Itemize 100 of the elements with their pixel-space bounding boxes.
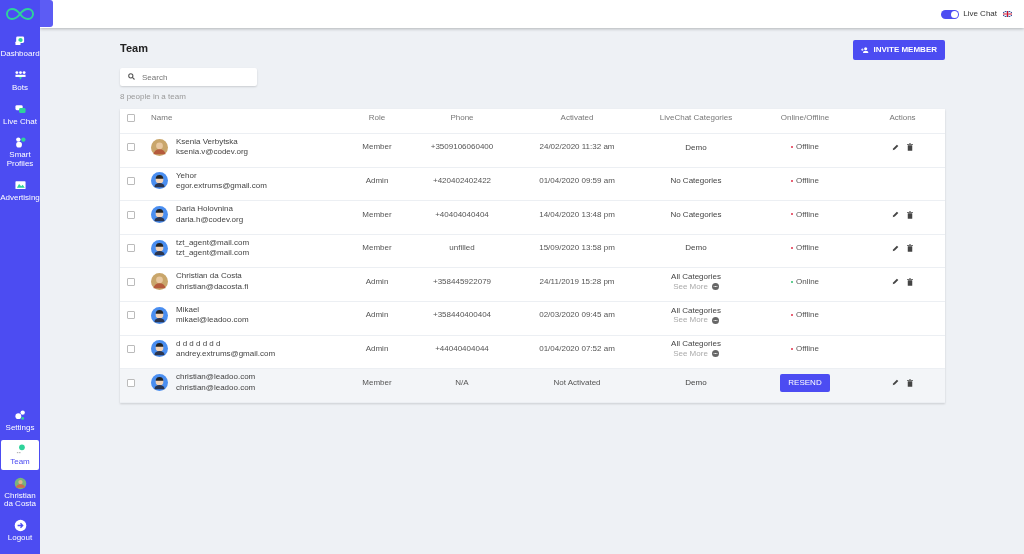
trash-icon[interactable] xyxy=(907,378,913,387)
more-icon[interactable] xyxy=(711,316,719,324)
status-text: Offline xyxy=(791,310,819,320)
user-avatar xyxy=(151,374,168,391)
status-text: Offline xyxy=(791,142,819,152)
more-icon[interactable] xyxy=(711,350,719,358)
member-count: 8 people in a team xyxy=(120,91,187,103)
collapse-handle[interactable] xyxy=(40,0,53,27)
sidebar-item[interactable]: Logout xyxy=(1,516,39,546)
member-name: christian@leadoo.com xyxy=(176,372,256,383)
status-text: Online xyxy=(790,276,820,286)
phone-text: +40404040404 xyxy=(434,208,490,221)
role-text: Admin xyxy=(364,342,390,355)
member-name: d d d d d d d xyxy=(176,338,222,349)
sidebar-item[interactable]: Settings xyxy=(1,406,39,436)
phone-text: +420402402422 xyxy=(431,174,493,187)
activated-date: 15/09/2020 13:58 pm xyxy=(538,242,616,255)
role-text: Admin xyxy=(364,174,390,187)
category-text: Demo xyxy=(684,377,708,388)
activated-date: 01/04/2020 07:52 am xyxy=(538,342,616,355)
robots-icon xyxy=(13,68,27,82)
member-email: mikael@leadoo.com xyxy=(176,315,249,326)
activated-date: 24/11/2019 15:28 pm xyxy=(538,275,616,288)
checkbox[interactable] xyxy=(127,244,135,253)
trash-icon[interactable] xyxy=(907,210,913,219)
category-text: All Categories xyxy=(670,339,722,349)
phone-text: unfilled xyxy=(448,242,476,255)
member-email: christian@dacosta.fi xyxy=(176,281,249,293)
checkbox[interactable] xyxy=(127,176,135,185)
phone-text: N/A xyxy=(454,376,470,389)
category-text: No Categories xyxy=(669,209,723,220)
resend-button[interactable]: RESEND xyxy=(780,373,830,392)
edit-icon[interactable] xyxy=(892,378,899,387)
sidebar-item[interactable]: Bots xyxy=(1,65,39,96)
column-header: Actions xyxy=(888,112,917,124)
flag-icon[interactable] xyxy=(1003,11,1012,17)
edit-icon[interactable] xyxy=(892,244,899,253)
add-user-icon xyxy=(861,47,870,53)
trash-icon[interactable] xyxy=(907,143,913,152)
more-icon[interactable] xyxy=(711,283,719,290)
user-avatar xyxy=(151,172,168,190)
member-email: andrey.extrums@gmail.com xyxy=(176,348,276,360)
column-header: Name xyxy=(150,112,174,124)
member-name: Daria Holovnina xyxy=(176,204,234,215)
user-avatar xyxy=(151,239,168,257)
trash-icon[interactable] xyxy=(907,244,913,253)
sidebar-item[interactable]: Smart Profiles xyxy=(1,133,39,172)
role-text: Member xyxy=(361,242,393,255)
category-text: Demo xyxy=(684,142,708,153)
checkbox[interactable] xyxy=(127,344,135,353)
logo-icon xyxy=(5,8,35,20)
role-text: Member xyxy=(361,376,393,389)
phone-text: +358440400404 xyxy=(431,309,493,322)
search-field[interactable]: Search xyxy=(120,68,257,86)
member-name: Ksenia Verbytska xyxy=(176,136,239,148)
live-chat-toggle[interactable] xyxy=(941,9,960,19)
activated-date: 14/04/2020 13:48 pm xyxy=(538,208,616,221)
category-text: Demo xyxy=(684,243,708,253)
user-avatar xyxy=(151,138,168,156)
activated-date: 02/03/2020 09:45 am xyxy=(538,309,616,322)
live-chat-label: Live Chat xyxy=(963,8,997,20)
picture-frame-icon xyxy=(13,179,27,192)
column-header: LiveChat Categories xyxy=(658,112,734,124)
phone-text: +358445922079 xyxy=(431,275,493,288)
checkbox[interactable] xyxy=(127,311,135,320)
column-header: Role xyxy=(367,112,387,124)
column-header: Phone xyxy=(449,112,475,124)
logout-icon xyxy=(13,519,27,533)
edit-icon[interactable] xyxy=(892,210,899,219)
edit-icon[interactable] xyxy=(892,277,899,286)
phone-text: +3509106060400 xyxy=(429,141,495,154)
sidebar-item[interactable]: Live Chat xyxy=(1,99,39,130)
activated-date: Not Activated xyxy=(552,376,602,389)
profile-icon xyxy=(13,136,27,150)
page-title: Team xyxy=(120,41,148,56)
member-name: tzt_agent@mail.com xyxy=(176,237,250,249)
member-name: Christian da Costa xyxy=(176,271,243,282)
user-avatar xyxy=(151,206,168,224)
checkbox[interactable] xyxy=(127,277,135,286)
invite-member-button[interactable]: INVITE MEMBER xyxy=(853,40,945,60)
role-text: Admin xyxy=(364,275,390,288)
sidebar-item[interactable]: Christian da Costa xyxy=(1,473,39,513)
chat-icon xyxy=(13,102,27,116)
sidebar-item[interactable]: Advertising xyxy=(1,176,39,206)
user-avatar-icon xyxy=(13,476,27,490)
checkbox[interactable] xyxy=(127,210,135,219)
sidebar-item[interactable]: Dashboard xyxy=(1,32,39,62)
checkbox[interactable] xyxy=(127,378,135,387)
member-email: tzt_agent@mail.com xyxy=(176,248,250,259)
dashboard-icon xyxy=(13,35,27,48)
sidebar-item[interactable]: Team xyxy=(1,439,39,470)
role-text: Member xyxy=(361,208,393,221)
checkbox[interactable] xyxy=(127,143,135,152)
role-text: Admin xyxy=(364,309,390,322)
activated-date: 01/04/2020 09:59 am xyxy=(538,174,616,187)
category-text: No Categories xyxy=(669,176,723,186)
checkbox[interactable] xyxy=(127,114,135,122)
trash-icon[interactable] xyxy=(907,277,913,286)
edit-icon[interactable] xyxy=(892,143,899,152)
member-name: Mikael xyxy=(176,304,201,316)
